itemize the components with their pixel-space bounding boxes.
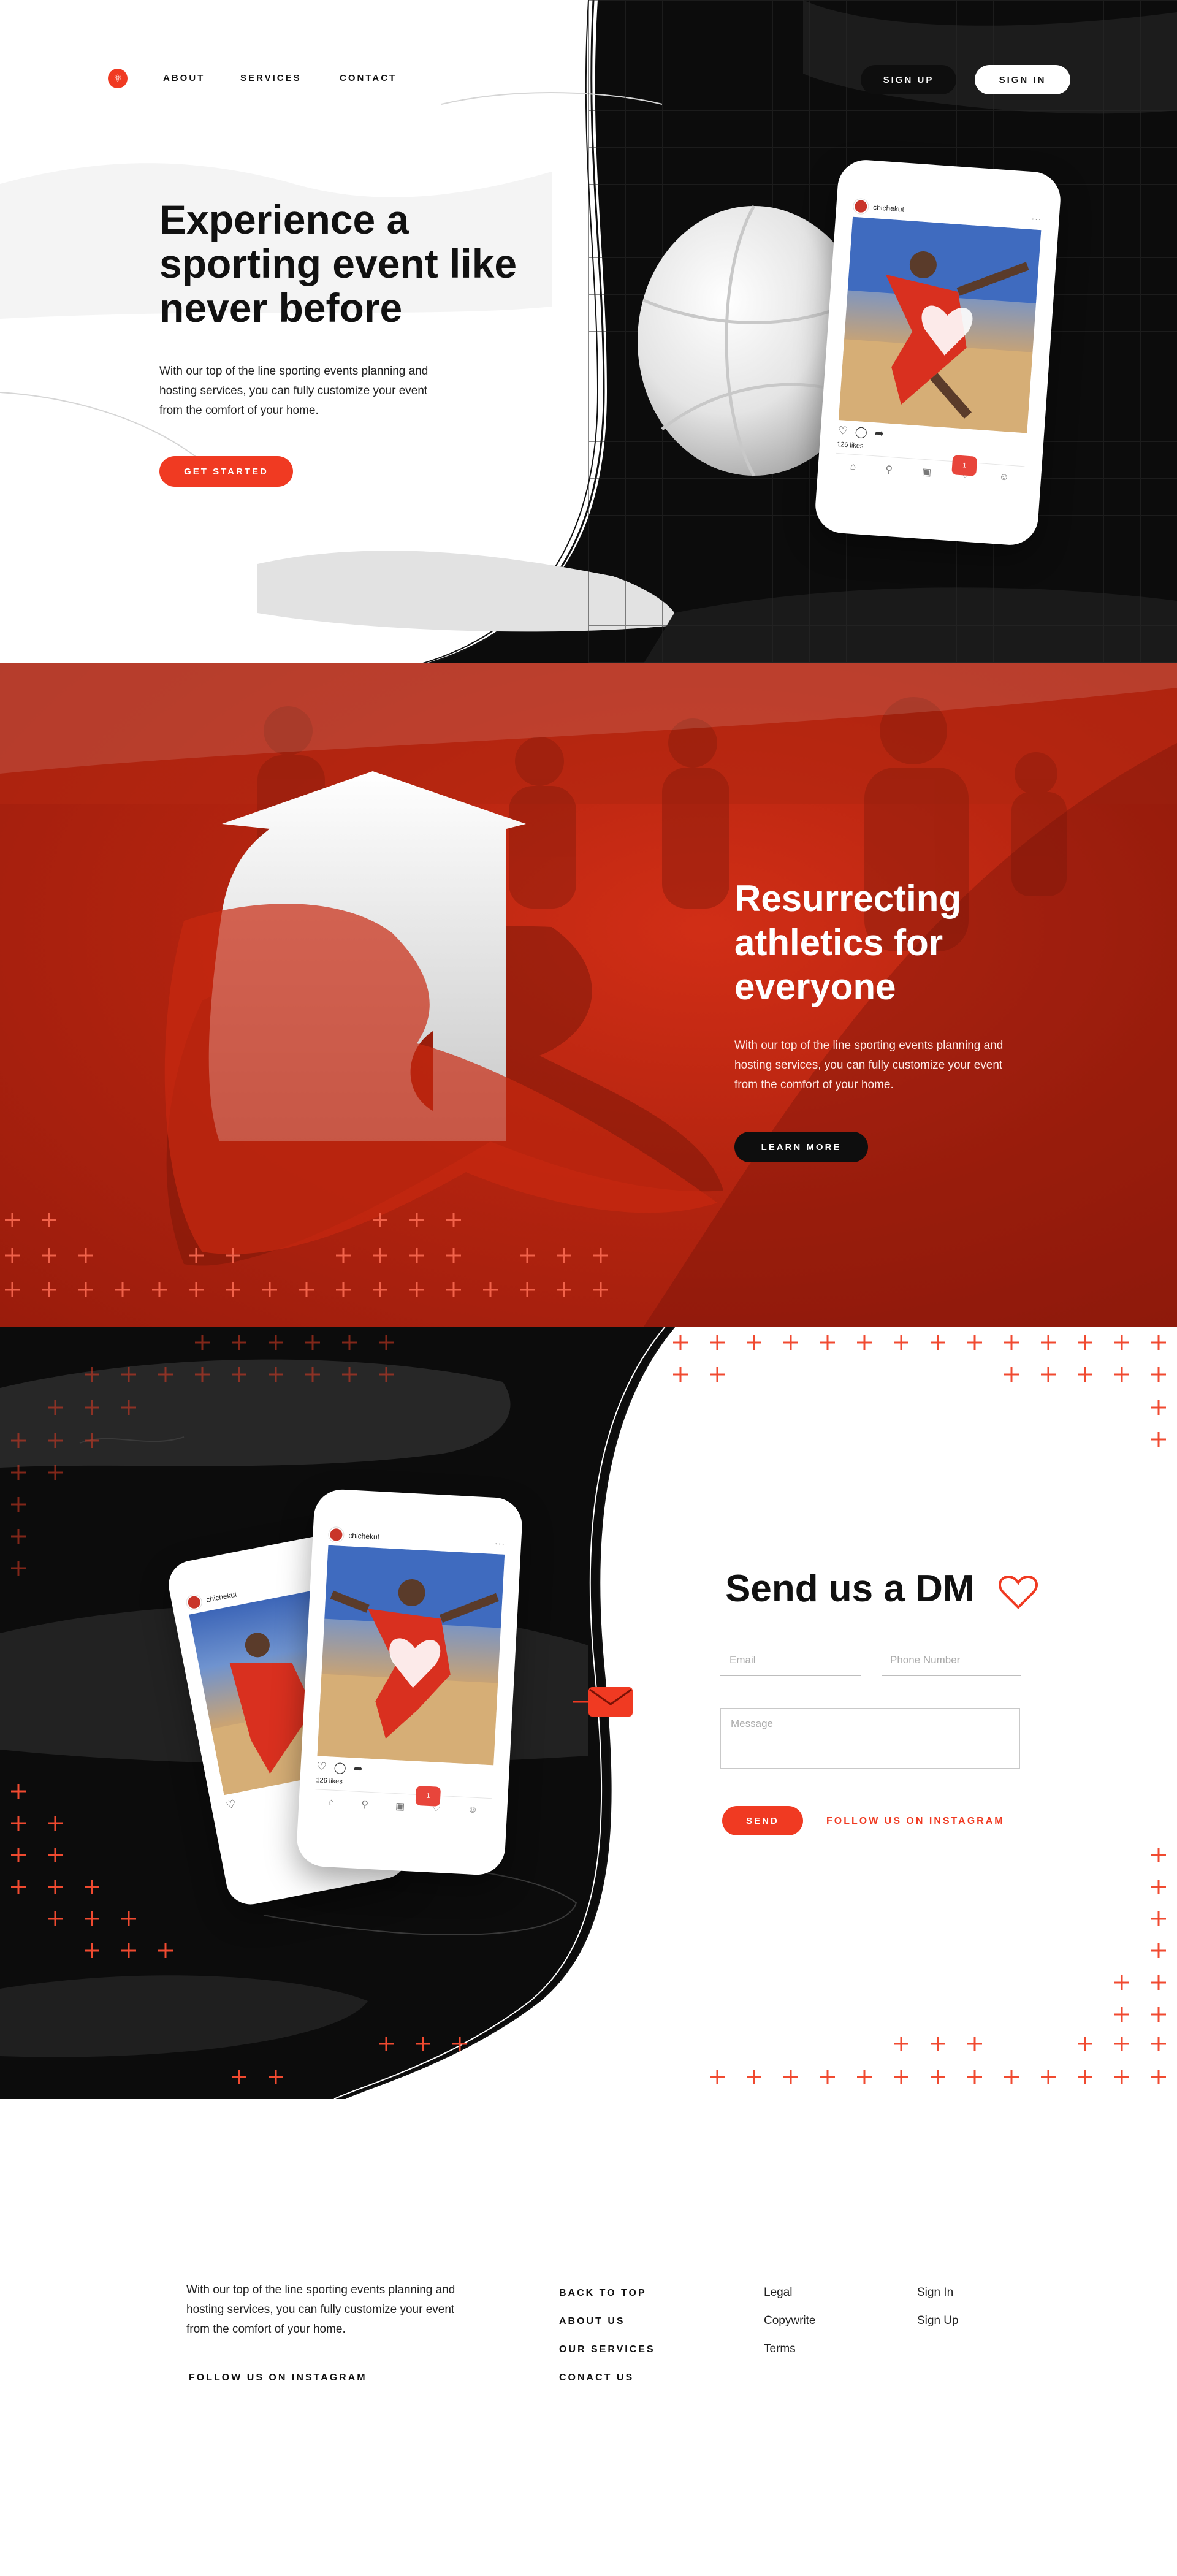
section-title: Resurrecting athletics for everyone	[734, 878, 962, 1007]
notification-count: 1	[425, 1792, 430, 1800]
avatar	[853, 198, 869, 215]
message-placeholder: Message	[731, 1718, 773, 1729]
search-icon[interactable]: ⚲	[885, 463, 893, 476]
share-icon[interactable]: ➦	[874, 427, 884, 440]
home-icon[interactable]: ⌂	[328, 1797, 335, 1808]
footer-link-terms[interactable]: Terms	[764, 2342, 796, 2356]
instagram-username: chichekut	[872, 203, 905, 214]
avatar	[328, 1526, 345, 1543]
notification-badge: 1	[951, 455, 978, 476]
sign-in-button[interactable]: SIGN IN	[975, 65, 1070, 94]
email-field[interactable]: Email	[729, 1654, 756, 1666]
heart-icon[interactable]: ♡	[316, 1760, 327, 1774]
brand-logo-icon[interactable]: ⚛	[108, 69, 128, 88]
section-description: With our top of the line sporting events…	[734, 1039, 1004, 1091]
heart-icon[interactable]: ♡	[837, 424, 848, 437]
contact-title: Send us a DM	[725, 1568, 975, 1610]
nav-link-about[interactable]: ABOUT	[163, 73, 205, 83]
footer-link-contact-us[interactable]: CONACT US	[559, 2372, 634, 2384]
nav-link-contact[interactable]: CONTACT	[340, 73, 397, 83]
instagram-post-photo	[317, 1545, 505, 1766]
nav-link-services[interactable]: SERVICES	[240, 73, 302, 83]
front-phone-mockup: chichekut ··· ♡ ◯ ➦ 126 likes ⌂ ⚲ ▣ ♡ ☺ …	[295, 1488, 524, 1877]
profile-icon[interactable]: ☺	[999, 471, 1009, 483]
envelope-icon	[573, 1687, 633, 1717]
share-icon[interactable]: ➦	[353, 1762, 363, 1775]
footer-link-copywrite[interactable]: Copywrite	[764, 2314, 815, 2328]
camera-icon[interactable]: ▣	[921, 465, 932, 478]
heart-icon[interactable]: ♡	[225, 1797, 237, 1812]
hero-description: With our top of the line sporting events…	[159, 365, 429, 417]
footer-link-legal[interactable]: Legal	[764, 2286, 793, 2300]
footer-link-back-to-top[interactable]: BACK TO TOP	[559, 2288, 647, 2299]
message-textarea[interactable]: Message	[720, 1708, 1020, 1769]
notification-count: 1	[962, 462, 967, 470]
instagram-tab-bar: ⌂ ⚲ ▣ ♡ ☺	[314, 1789, 492, 1823]
email-field-underline	[720, 1675, 861, 1676]
learn-more-button[interactable]: LEARN MORE	[734, 1132, 868, 1162]
footer-link-our-services[interactable]: OUR SERVICES	[559, 2344, 655, 2355]
more-options-icon: ···	[494, 1538, 506, 1549]
comment-icon[interactable]: ◯	[333, 1761, 346, 1774]
instagram-username: chichekut	[348, 1531, 380, 1542]
send-button[interactable]: SEND	[722, 1806, 803, 1835]
footer-link-about-us[interactable]: ABOUT US	[559, 2316, 625, 2327]
sign-up-button[interactable]: SIGN UP	[861, 65, 956, 94]
footer	[0, 2099, 1177, 2576]
heart-icon	[999, 1575, 1038, 1609]
notification-badge: 1	[415, 1785, 441, 1807]
search-icon[interactable]: ⚲	[361, 1798, 369, 1811]
get-started-button[interactable]: GET STARTED	[159, 456, 293, 487]
camera-icon[interactable]: ▣	[395, 1800, 405, 1813]
home-icon[interactable]: ⌂	[850, 461, 856, 473]
instagram-username: chichekut	[205, 1590, 238, 1604]
phone-number-field[interactable]: Phone Number	[890, 1654, 960, 1666]
footer-link-sign-up[interactable]: Sign Up	[917, 2314, 959, 2328]
profile-icon[interactable]: ☺	[467, 1804, 478, 1816]
comment-icon[interactable]: ◯	[855, 425, 868, 438]
basketball-player-photo	[317, 1545, 505, 1766]
basketball-player-photo	[838, 216, 1042, 433]
footer-description: With our top of the line sporting events…	[186, 2284, 455, 2336]
phone-number-field-underline	[882, 1675, 1021, 1676]
footer-follow-instagram-link[interactable]: FOLLOW US ON INSTAGRAM	[189, 2372, 367, 2384]
more-options-icon: ···	[1031, 213, 1043, 224]
hero-phone-mockup: chichekut ··· ♡ ◯ ➦ 126 likes ⌂ ⚲ ▣ ♡	[813, 158, 1062, 547]
avatar	[185, 1593, 203, 1611]
footer-link-sign-in[interactable]: Sign In	[917, 2286, 953, 2300]
hero-title: Experience a sporting event like never b…	[159, 197, 517, 330]
instagram-post-photo	[838, 216, 1042, 433]
follow-instagram-link[interactable]: FOLLOW US ON INSTAGRAM	[826, 1816, 1005, 1827]
